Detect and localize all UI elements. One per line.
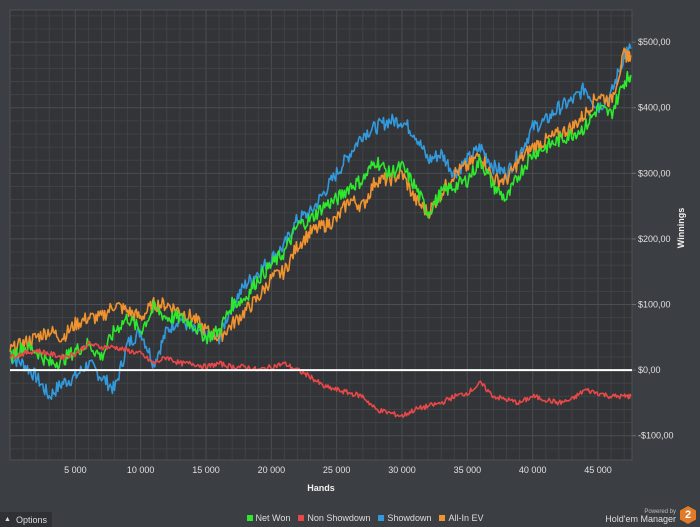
- x-tick-label: 45 000: [584, 465, 612, 475]
- legend-label: Non Showdown: [307, 513, 371, 523]
- legend-swatch: [378, 515, 385, 521]
- x-tick-label: 30 000: [388, 465, 416, 475]
- legend-swatch: [298, 515, 305, 521]
- y-tick-label: $500,00: [638, 37, 671, 47]
- legend-item-net-won[interactable]: Net Won: [246, 513, 291, 523]
- legend-item-all-in-ev[interactable]: All-In EV: [439, 513, 483, 523]
- x-tick-label: 20 000: [258, 465, 286, 475]
- x-tick-label: 15 000: [192, 465, 220, 475]
- x-tick-label: 35 000: [454, 465, 482, 475]
- hm2-logo-icon: 2: [680, 506, 696, 524]
- y-axis-title: Winnings: [676, 208, 686, 248]
- x-axis-title: Hands: [307, 483, 335, 493]
- x-tick-label: 10 000: [127, 465, 155, 475]
- legend-item-non-showdown[interactable]: Non Showdown: [298, 513, 370, 523]
- y-tick-label: $300,00: [638, 168, 671, 178]
- y-tick-label: $100,00: [638, 300, 671, 310]
- plot-area: [10, 10, 632, 460]
- legend-swatch: [439, 515, 446, 521]
- y-tick-label: $0,00: [638, 365, 661, 375]
- x-tick-label: 25 000: [323, 465, 351, 475]
- legend-label: All-In EV: [448, 513, 484, 523]
- legend-swatch: [246, 515, 253, 521]
- y-tick-label: $200,00: [638, 234, 671, 244]
- x-tick-label: 40 000: [519, 465, 547, 475]
- legend-label: Net Won: [255, 513, 291, 523]
- y-tick-label: $400,00: [638, 103, 671, 113]
- y-tick-label: -$100,00: [638, 431, 674, 441]
- chart-legend: Net Won Non Showdown Showdown All-In EV: [0, 513, 700, 523]
- legend-item-showdown[interactable]: Showdown: [378, 513, 431, 523]
- winnings-chart: 5 000 10 000 15 000 20 000 25 000 30 000 35 00…: [9, 9, 686, 493]
- x-tick-label: 5 000: [64, 465, 87, 475]
- legend-label: Showdown: [387, 513, 432, 523]
- brand: Powered by Hold'em Manager 2: [605, 506, 696, 524]
- brand-name: Hold'em Manager: [605, 514, 676, 524]
